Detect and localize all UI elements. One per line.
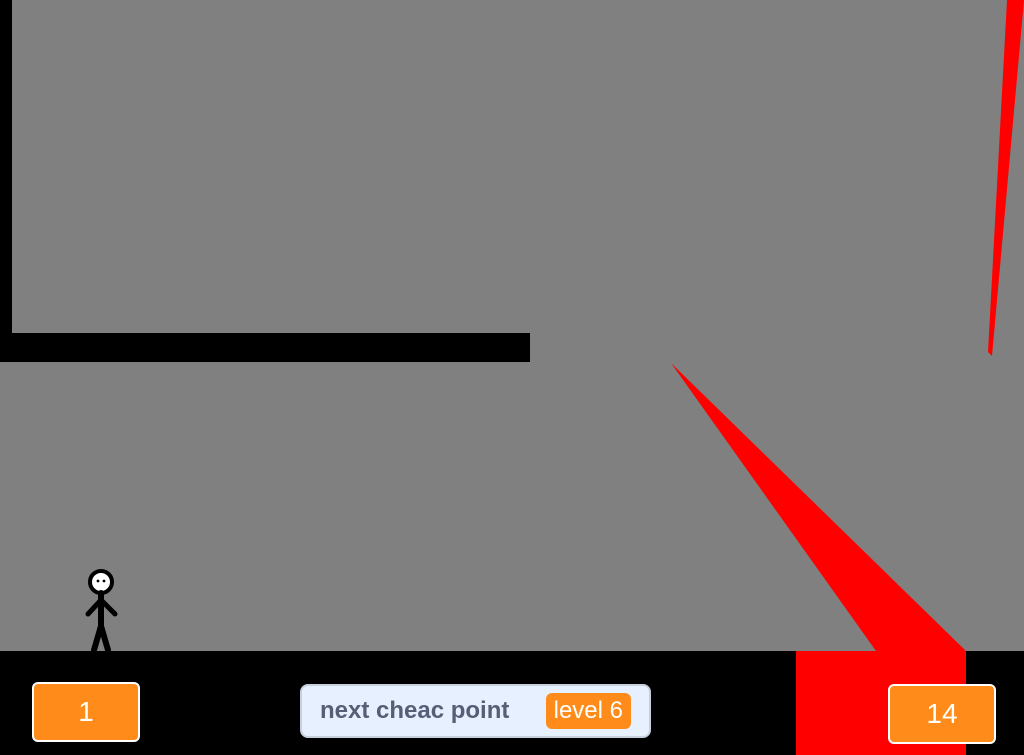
checkpoint-value: level 6 <box>545 693 631 729</box>
red-spike-thin <box>988 0 1024 356</box>
red-spike-large <box>671 363 966 651</box>
hazard-layer <box>671 0 1024 651</box>
right-counter: 14 <box>888 684 996 744</box>
left-counter-value: 1 <box>78 696 94 727</box>
checkpoint-label: next cheac point <box>320 697 510 724</box>
checkpoint-monitor: next cheac point level 6 <box>300 684 651 738</box>
stickman-icon <box>85 569 118 653</box>
left-counter: 1 <box>32 682 140 742</box>
right-counter-value: 14 <box>926 698 958 729</box>
game-stage[interactable]: 1 next cheac point level 6 14 <box>0 0 1024 755</box>
